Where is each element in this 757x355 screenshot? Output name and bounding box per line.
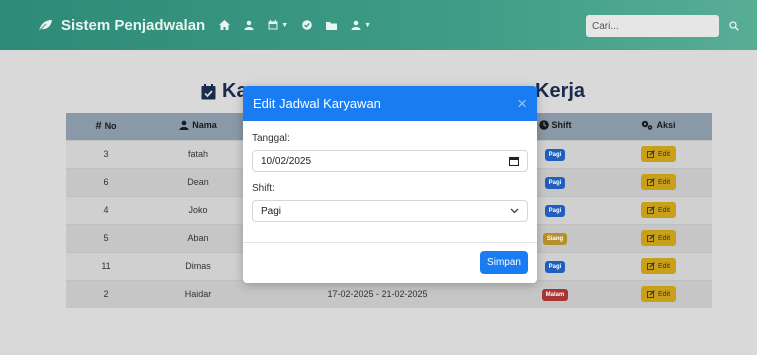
shift-badge: Pagi: [544, 260, 566, 273]
user-icon: [351, 20, 361, 30]
cell-no: 3: [66, 139, 146, 168]
search-icon: [729, 21, 739, 31]
shift-badge: Pagi: [544, 204, 566, 217]
cell-nama: Dimas: [146, 251, 250, 280]
clock-icon: [538, 120, 549, 131]
header-no: # No: [66, 113, 146, 140]
edit-button[interactable]: Edit: [640, 258, 677, 274]
date-value: 10/02/2025: [261, 155, 312, 167]
calendar-icon[interactable]: [509, 156, 519, 166]
user-icon: [179, 120, 189, 131]
header-nama: Nama: [146, 113, 250, 140]
chevron-down-icon: [510, 208, 519, 214]
edit-icon: [647, 262, 655, 270]
edit-icon: [647, 178, 655, 186]
search-button[interactable]: [723, 15, 745, 37]
gears-icon: [642, 121, 653, 131]
modal-header: Edit Jadwal Karyawan ×: [243, 86, 537, 121]
edit-icon: [647, 290, 655, 299]
cell-shift: Malam: [505, 279, 605, 308]
users-icon[interactable]: [244, 20, 254, 30]
cell-no: 4: [66, 195, 146, 224]
cell-nama: Haidar: [146, 279, 250, 308]
edit-button[interactable]: Edit: [640, 146, 677, 162]
cell-no: 6: [66, 167, 146, 196]
page-title-tail: Kerja: [535, 80, 586, 102]
cell-aksi: Edit: [605, 195, 712, 224]
date-input[interactable]: 10/02/2025: [252, 150, 528, 172]
cell-aksi: Edit: [605, 223, 712, 252]
search-input[interactable]: [586, 15, 719, 37]
leaf-icon: [38, 19, 52, 31]
calendar-menu[interactable]: ▼: [268, 20, 288, 30]
edit-button[interactable]: Edit: [640, 286, 677, 303]
shift-label: Shift:: [252, 183, 275, 194]
modal-title: Edit Jadwal Karyawan: [253, 96, 381, 111]
edit-button[interactable]: Edit: [640, 202, 677, 218]
cell-aksi: Edit: [605, 139, 712, 168]
cell-nama: Joko: [146, 195, 250, 224]
shift-select[interactable]: Pagi: [252, 200, 528, 222]
cell-aksi: Edit: [605, 251, 712, 280]
edit-button[interactable]: Edit: [640, 230, 677, 246]
page-title: Ka: [201, 80, 248, 103]
calendar-check-icon: [201, 83, 216, 99]
brand[interactable]: Sistem Penjadwalan: [38, 17, 205, 34]
edit-icon: [647, 150, 655, 158]
cell-nama: Aban: [146, 223, 250, 252]
cell-nama: Dean: [146, 167, 250, 196]
header-aksi: Aksi: [605, 113, 712, 140]
cell-aksi: Edit: [605, 279, 712, 308]
tanggal-label: Tanggal:: [252, 133, 290, 144]
simpan-button[interactable]: Simpan: [480, 251, 528, 274]
hash-icon: #: [95, 120, 102, 133]
shift-badge: Pagi: [544, 176, 566, 189]
shift-badge: Malam: [541, 288, 569, 301]
table-row: 2 Haidar 17-02-2025 - 21-02-2025 Malam E…: [66, 279, 712, 308]
chevron-down-icon: ▼: [364, 21, 372, 29]
chevron-down-icon: ▼: [281, 21, 289, 29]
brand-text: Sistem Penjadwalan: [61, 16, 206, 34]
edit-icon: [647, 206, 655, 214]
cell-tanggal: 17-02-2025 - 21-02-2025: [250, 279, 505, 308]
close-icon[interactable]: ×: [517, 95, 527, 112]
home-icon[interactable]: [219, 20, 231, 30]
cell-no: 2: [66, 279, 146, 308]
edit-icon: [647, 234, 655, 242]
calendar-icon: [268, 20, 278, 30]
edit-button[interactable]: Edit: [640, 174, 677, 190]
cell-nama: fatah: [146, 139, 250, 168]
cell-no: 5: [66, 223, 146, 252]
navbar: Sistem Penjadwalan ▼ ▼: [0, 0, 757, 50]
cell-no: 11: [66, 251, 146, 280]
modal-footer: Simpan: [243, 242, 537, 283]
shift-selected-value: Pagi: [261, 205, 282, 217]
check-circle-icon[interactable]: [302, 20, 312, 30]
shift-badge: Pagi: [544, 148, 566, 161]
edit-schedule-modal: Edit Jadwal Karyawan × Tanggal: 10/02/20…: [243, 86, 537, 283]
shift-badge: Siang: [542, 232, 568, 245]
folder-icon[interactable]: [326, 21, 338, 30]
user-menu[interactable]: ▼: [351, 20, 371, 30]
modal-body: Tanggal: 10/02/2025 Shift: Pagi: [243, 121, 537, 222]
cell-aksi: Edit: [605, 167, 712, 196]
